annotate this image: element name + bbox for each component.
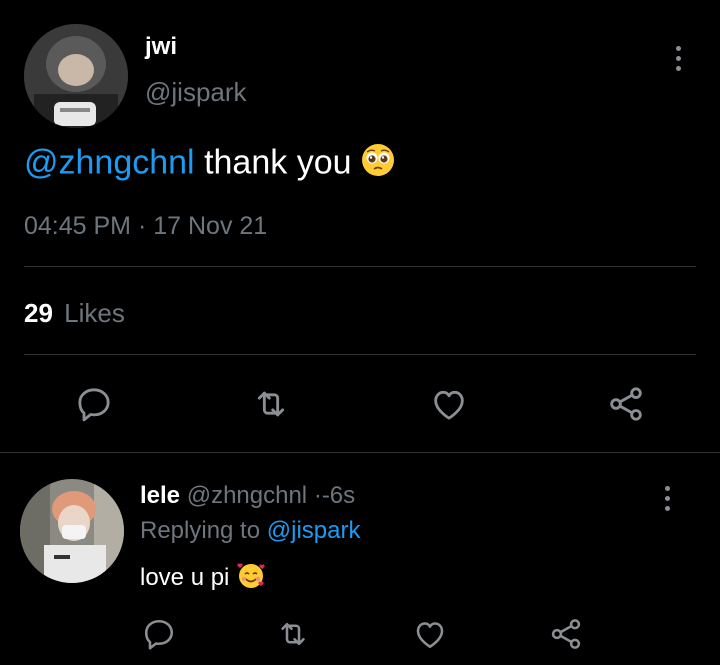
likes-label: Likes	[64, 298, 125, 328]
reply-icon[interactable]	[141, 616, 177, 652]
retweet-icon[interactable]	[274, 616, 312, 652]
tweet-date: 17 Nov 21	[153, 212, 268, 240]
retweet-icon[interactable]	[250, 384, 292, 424]
replying-to-link[interactable]: @jispark	[267, 517, 361, 544]
likes-count: 29	[24, 298, 53, 328]
reply-separator: ·	[313, 482, 322, 509]
divider	[0, 452, 720, 453]
share-icon[interactable]	[548, 616, 584, 652]
avatar-jwi[interactable]	[24, 24, 128, 128]
like-icon[interactable]	[411, 616, 449, 652]
like-icon[interactable]	[428, 384, 470, 424]
replying-to-prefix: Replying to	[140, 517, 261, 544]
pleading-face-emoji	[361, 143, 395, 186]
divider	[24, 266, 696, 267]
smiling-face-with-hearts-emoji	[236, 560, 266, 597]
author-display-name[interactable]: jwi	[145, 33, 177, 61]
avatar-lele[interactable]	[20, 479, 124, 583]
reply-age: -6s	[321, 482, 356, 509]
author-handle[interactable]: @jispark	[145, 77, 247, 108]
more-options-icon[interactable]	[662, 486, 672, 511]
share-icon[interactable]	[606, 384, 646, 424]
reply-header: lele @zhngchnl ·-6s	[140, 482, 355, 510]
reply-display-name[interactable]: lele	[140, 482, 180, 509]
likes-stat[interactable]: 29 Likes	[24, 298, 125, 329]
reply-text-body: love u pi	[140, 563, 230, 591]
tweet-text: @zhngchnl thank you	[24, 143, 395, 186]
reply-text: love u pi	[140, 560, 266, 597]
mention-link[interactable]: @zhngchnl	[24, 143, 195, 181]
divider	[24, 354, 696, 355]
more-options-icon[interactable]	[673, 46, 683, 71]
tweet-time: 04:45 PM	[24, 212, 132, 240]
reply-icon[interactable]	[74, 384, 114, 424]
replying-to-line: Replying to @jispark	[140, 517, 360, 545]
timestamp-separator: ·	[137, 212, 147, 240]
tweet-timestamp[interactable]: 04:45 PM · 17 Nov 21	[24, 212, 267, 241]
reply-handle[interactable]: @zhngchnl	[187, 482, 307, 509]
tweet-text-body: thank you	[194, 143, 352, 182]
